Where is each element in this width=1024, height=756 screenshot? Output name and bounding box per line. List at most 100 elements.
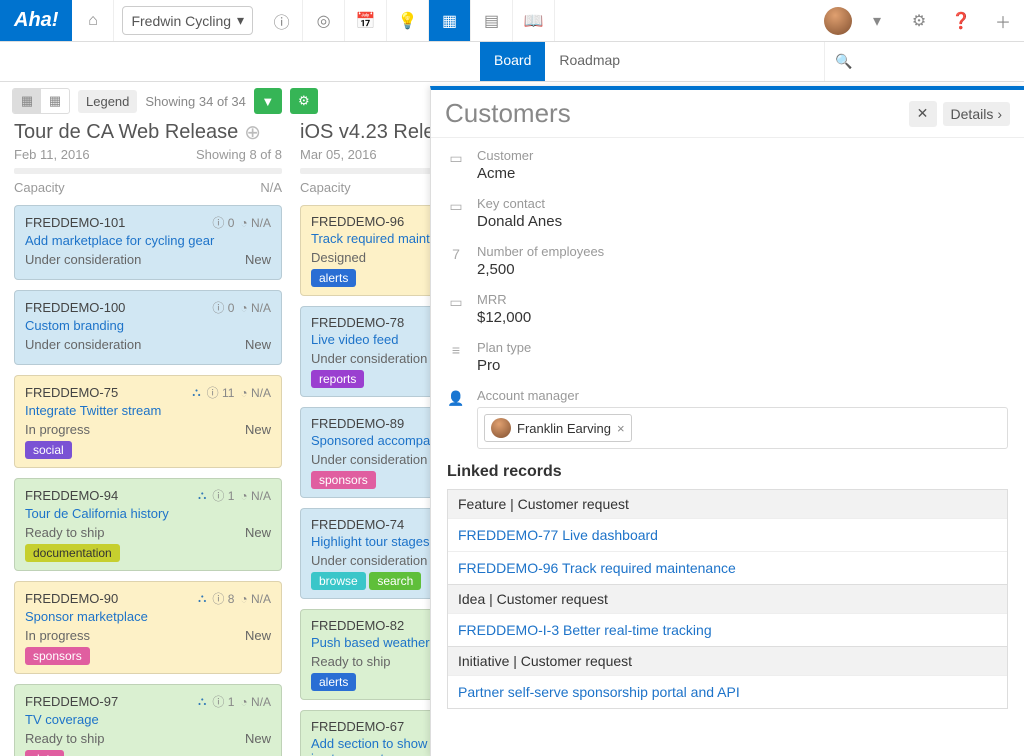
capacity-label: Capacity: [300, 180, 351, 195]
tag[interactable]: alerts: [311, 673, 356, 691]
card-status: Under consideration: [25, 252, 141, 267]
tab-roadmap[interactable]: Roadmap: [545, 42, 634, 81]
badge-icon: ▭: [447, 150, 465, 167]
card[interactable]: FREDDEMO-100ⓘ 0◔ N/A Custom branding Und…: [14, 290, 282, 365]
plan-value[interactable]: Pro: [477, 357, 531, 374]
view-toggle[interactable]: ▦ ▦: [12, 88, 70, 114]
linked-record[interactable]: FREDDEMO-77 Live dashboard: [448, 518, 1007, 551]
card-new: New: [245, 422, 271, 437]
card[interactable]: FREDDEMO-97⛬ⓘ 1◔ N/A TV coverage Ready t…: [14, 684, 282, 756]
help-icon[interactable]: ❓: [940, 0, 982, 41]
linked-records: Feature | Customer requestFREDDEMO-77 Li…: [447, 489, 1008, 709]
linked-record[interactable]: Partner self-serve sponsorship portal an…: [448, 675, 1007, 708]
info-icon: ⓘ 1: [212, 693, 234, 710]
card-status: Designed: [311, 250, 366, 265]
clock-icon: ◔ N/A: [240, 695, 271, 709]
tag[interactable]: alerts: [311, 269, 356, 287]
column-showing: Showing 8 of 8: [196, 147, 282, 162]
info-icon: ⓘ 0: [212, 299, 234, 316]
tag[interactable]: documentation: [25, 544, 120, 562]
field-employees: 7 Number of employees 2,500: [447, 244, 1008, 278]
info-icon: ⓘ 0: [212, 214, 234, 231]
calendar-icon[interactable]: 📅: [345, 0, 387, 41]
record-group-header: Idea | Customer request: [448, 584, 1007, 613]
card-title[interactable]: Add marketplace for cycling gear: [25, 233, 271, 248]
info-icon: ⓘ 11: [207, 384, 235, 401]
customers-panel: Customers ✕ Details› ▭ Customer Acme ▭ K…: [430, 86, 1024, 756]
tab-board[interactable]: Board: [480, 42, 545, 81]
tag[interactable]: data: [25, 750, 64, 756]
target-icon[interactable]: ◎: [303, 0, 345, 41]
tag[interactable]: search: [369, 572, 421, 590]
badge-icon: ▭: [447, 294, 465, 311]
bulb-icon[interactable]: 💡: [387, 0, 429, 41]
card-title[interactable]: TV coverage: [25, 712, 271, 727]
progress-bar: [14, 168, 282, 174]
tag[interactable]: browse: [311, 572, 366, 590]
card-id: FREDDEMO-96: [311, 214, 404, 229]
linked-record[interactable]: FREDDEMO-96 Track required maintenance: [448, 551, 1007, 584]
product-name: Fredwin Cycling: [131, 13, 231, 29]
card-title[interactable]: Custom branding: [25, 318, 271, 333]
settings-icon[interactable]: ⚙: [290, 88, 318, 114]
person-icon: 👤: [447, 390, 465, 407]
add-icon[interactable]: ⊕: [244, 120, 261, 145]
card-title[interactable]: Integrate Twitter stream: [25, 403, 271, 418]
card-title[interactable]: Sponsor marketplace: [25, 609, 271, 624]
grid-view-icon[interactable]: ▦: [41, 89, 69, 113]
tag[interactable]: social: [25, 441, 72, 459]
card-view-icon[interactable]: ▦: [13, 89, 41, 113]
list-icon[interactable]: ▤: [471, 0, 513, 41]
card-id: FREDDEMO-74: [311, 517, 404, 532]
record-group-header: Initiative | Customer request: [448, 646, 1007, 675]
mrr-value[interactable]: $12,000: [477, 309, 531, 326]
contact-value[interactable]: Donald Anes: [477, 213, 562, 230]
hierarchy-icon: ⛬: [192, 385, 200, 400]
card-title[interactable]: Tour de California history: [25, 506, 271, 521]
field-contact: ▭ Key contact Donald Anes: [447, 196, 1008, 230]
linked-record[interactable]: FREDDEMO-I-3 Better real-time tracking: [448, 613, 1007, 646]
card[interactable]: FREDDEMO-75⛬ⓘ 11◔ N/A Integrate Twitter …: [14, 375, 282, 468]
linked-records-title: Linked records: [447, 463, 1008, 481]
card-id: FREDDEMO-90: [25, 591, 118, 606]
employees-value[interactable]: 2,500: [477, 261, 604, 278]
home-icon[interactable]: ⌂: [72, 0, 114, 41]
grid-icon[interactable]: ▦: [429, 0, 471, 41]
search-input[interactable]: 🔍: [824, 42, 1024, 81]
product-selector[interactable]: Fredwin Cycling ▾: [122, 6, 253, 35]
card-status: Under consideration: [311, 452, 427, 467]
book-icon[interactable]: 📖: [513, 0, 555, 41]
legend-button[interactable]: Legend: [78, 90, 137, 113]
subnav: Board Roadmap 🔍: [0, 42, 1024, 82]
field-mrr: ▭ MRR $12,000: [447, 292, 1008, 326]
info-icon[interactable]: ⓘ: [261, 0, 303, 41]
customer-value[interactable]: Acme: [477, 165, 533, 182]
gear-icon[interactable]: ⚙: [898, 0, 940, 41]
hierarchy-icon: ⛬: [198, 488, 206, 503]
caret-down-icon[interactable]: ▾: [856, 0, 898, 41]
card-status: Ready to ship: [25, 525, 105, 540]
close-icon[interactable]: ✕: [909, 101, 937, 127]
clock-icon: ◔ N/A: [240, 489, 271, 503]
list-icon: ≡: [447, 342, 465, 358]
card-new: New: [245, 731, 271, 746]
remove-icon[interactable]: ×: [617, 421, 625, 436]
logo[interactable]: Aha!: [0, 0, 72, 41]
card-new: New: [245, 252, 271, 267]
details-button[interactable]: Details›: [943, 102, 1010, 126]
manager-chip[interactable]: Franklin Earving ×: [484, 414, 632, 442]
tag[interactable]: sponsors: [25, 647, 90, 665]
tag[interactable]: reports: [311, 370, 364, 388]
topbar: Aha! ⌂ Fredwin Cycling ▾ ⓘ ◎ 📅 💡 ▦ ▤ 📖 ▾…: [0, 0, 1024, 42]
plus-icon[interactable]: ＋: [982, 0, 1024, 41]
user-avatar[interactable]: [824, 7, 852, 35]
badge-icon: ▭: [447, 198, 465, 215]
card[interactable]: FREDDEMO-101ⓘ 0◔ N/A Add marketplace for…: [14, 205, 282, 280]
card[interactable]: FREDDEMO-90⛬ⓘ 8◔ N/A Sponsor marketplace…: [14, 581, 282, 674]
filter-icon[interactable]: ▼: [254, 88, 282, 114]
card[interactable]: FREDDEMO-94⛬ⓘ 1◔ N/A Tour de California …: [14, 478, 282, 571]
tag[interactable]: sponsors: [311, 471, 376, 489]
clock-icon: ◔ N/A: [240, 301, 271, 315]
card-id: FREDDEMO-94: [25, 488, 118, 503]
card-new: New: [245, 628, 271, 643]
